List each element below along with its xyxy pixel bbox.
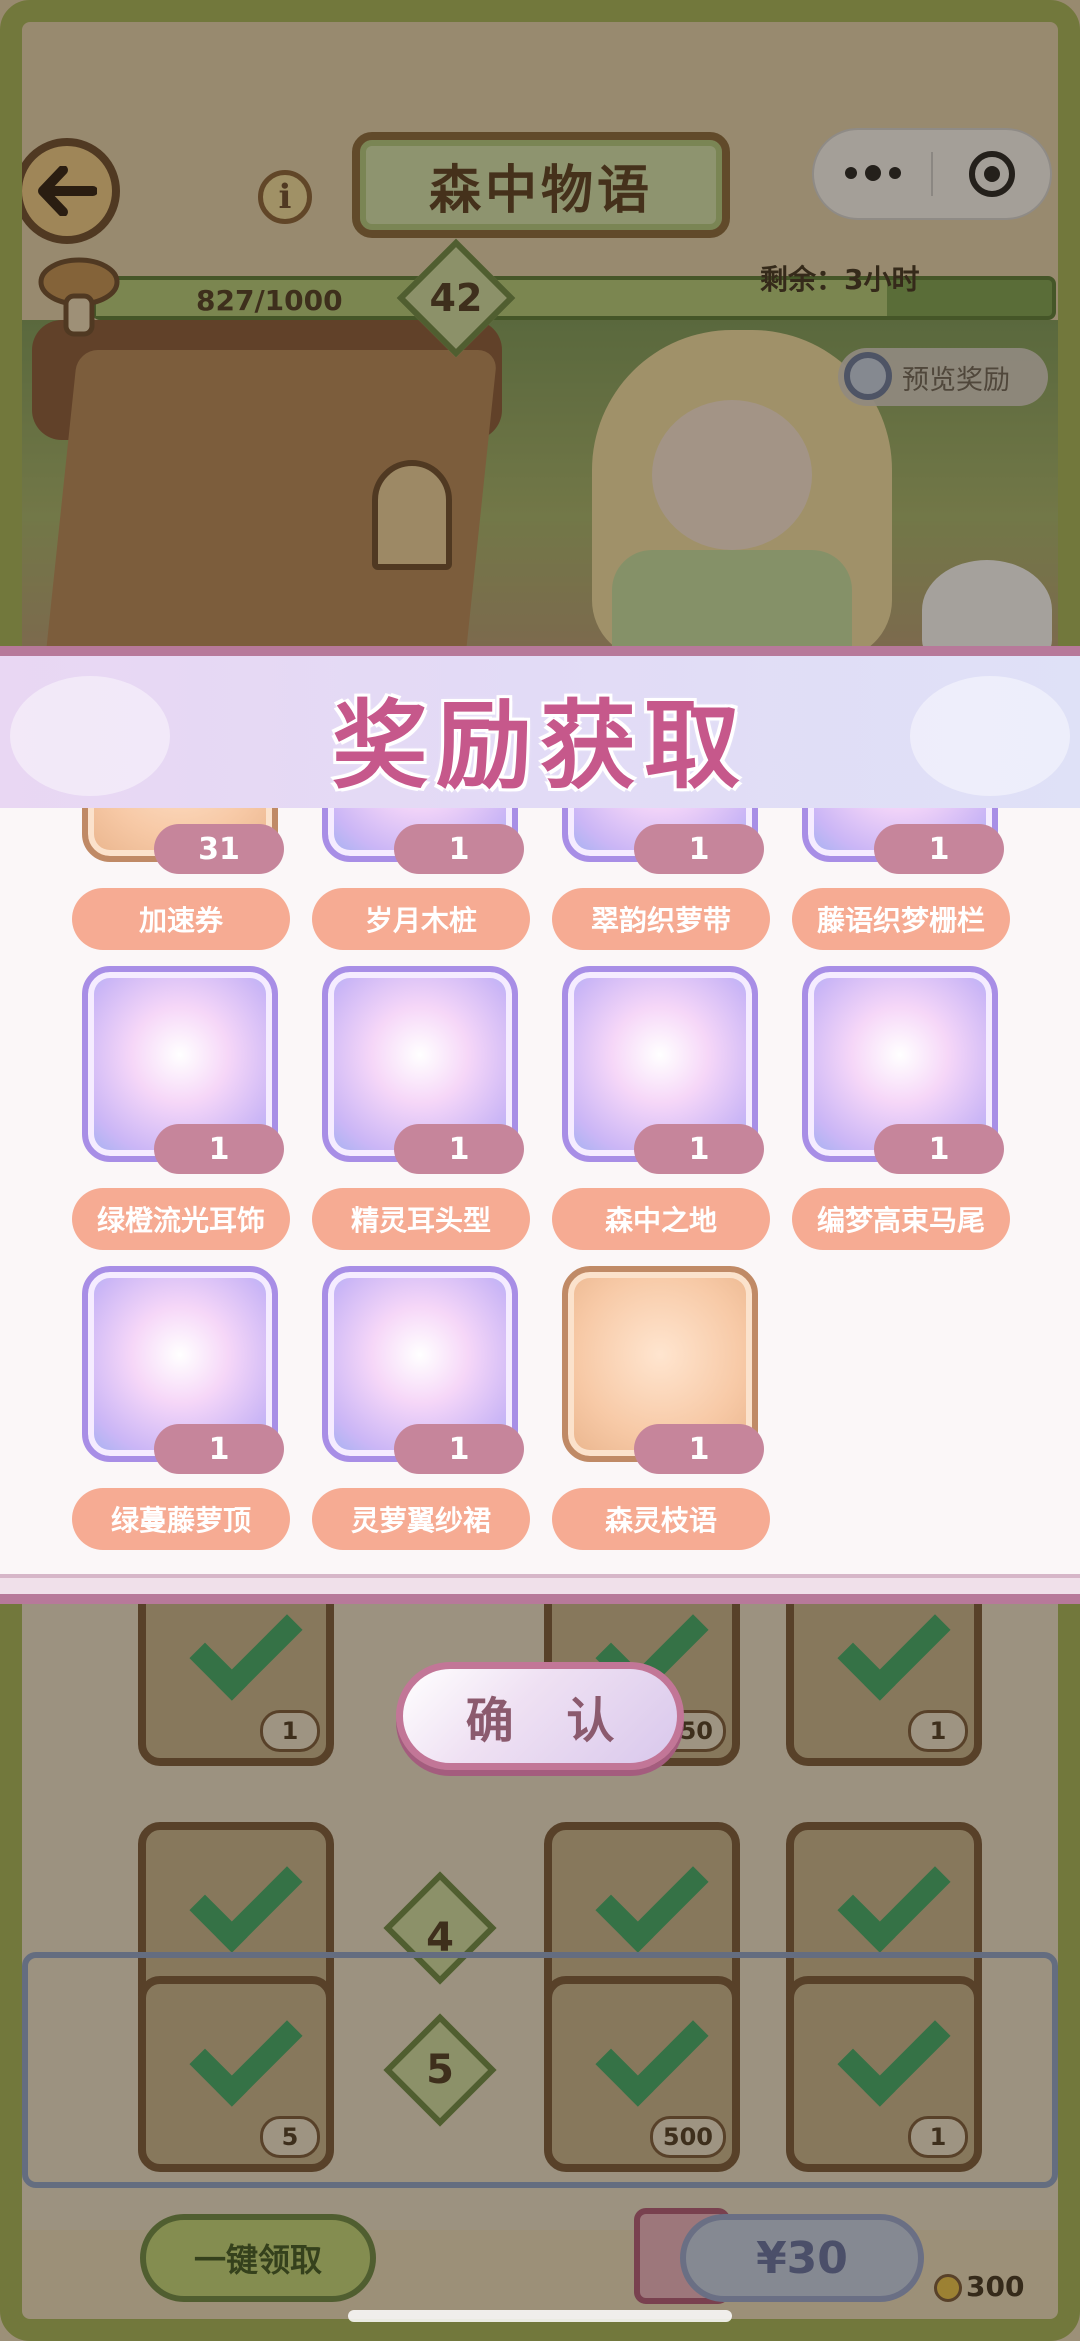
reward-name: 森灵枝语: [552, 1488, 770, 1550]
reward-item[interactable]: 1 森灵枝语: [552, 1266, 772, 1556]
reward-count: 1: [394, 1124, 524, 1174]
reward-count: 1: [874, 824, 1004, 874]
reward-item[interactable]: 1 翠韵织萝带: [552, 808, 772, 956]
reward-banner: 奖励获取: [0, 646, 1080, 808]
reward-count: 1: [634, 1424, 764, 1474]
home-indicator[interactable]: [348, 2310, 732, 2322]
reward-count: 1: [154, 1124, 284, 1174]
reward-name: 编梦高束马尾: [792, 1188, 1010, 1250]
reward-item[interactable]: 1 编梦高束马尾: [792, 966, 1012, 1256]
reward-name: 岁月木桩: [312, 888, 530, 950]
reward-count: 1: [394, 824, 524, 874]
reward-count: 1: [154, 1424, 284, 1474]
reward-count: 31: [154, 824, 284, 874]
reward-name: 灵萝翼纱裙: [312, 1488, 530, 1550]
reward-item[interactable]: 1 灵萝翼纱裙: [312, 1266, 532, 1556]
reward-modal: 31 加速券 1 岁月木桩 1 翠韵织萝带 1 藤语织梦栅栏 1 绿橙流光耳饰 1 精灵耳头型 1 森中之…: [0, 646, 1080, 1604]
confirm-button[interactable]: 确 认: [396, 1662, 684, 1770]
reward-sheet-bottom-edge: [0, 1574, 1080, 1604]
reward-name: 绿蔓藤萝顶: [72, 1488, 290, 1550]
reward-item[interactable]: 1 藤语织梦栅栏: [792, 808, 1012, 956]
reward-name: 精灵耳头型: [312, 1188, 530, 1250]
reward-count: 1: [634, 824, 764, 874]
reward-item[interactable]: 1 绿蔓藤萝顶: [72, 1266, 292, 1556]
reward-count: 1: [634, 1124, 764, 1174]
reward-name: 加速券: [72, 888, 290, 950]
reward-item[interactable]: 1 岁月木桩: [312, 808, 532, 956]
reward-modal-title: 奖励获取: [332, 689, 748, 802]
reward-name: 翠韵织萝带: [552, 888, 770, 950]
reward-item[interactable]: 1 森中之地: [552, 966, 772, 1256]
reward-list[interactable]: 31 加速券 1 岁月木桩 1 翠韵织萝带 1 藤语织梦栅栏 1 绿橙流光耳饰 1 精灵耳头型 1 森中之…: [0, 808, 1080, 1574]
reward-name: 森中之地: [552, 1188, 770, 1250]
reward-item[interactable]: 1 绿橙流光耳饰: [72, 966, 292, 1256]
reward-name: 绿橙流光耳饰: [72, 1188, 290, 1250]
reward-count: 1: [394, 1424, 524, 1474]
reward-item[interactable]: 1 精灵耳头型: [312, 966, 532, 1256]
reward-item[interactable]: 31 加速券: [72, 808, 292, 956]
reward-count: 1: [874, 1124, 1004, 1174]
reward-name: 藤语织梦栅栏: [792, 888, 1010, 950]
